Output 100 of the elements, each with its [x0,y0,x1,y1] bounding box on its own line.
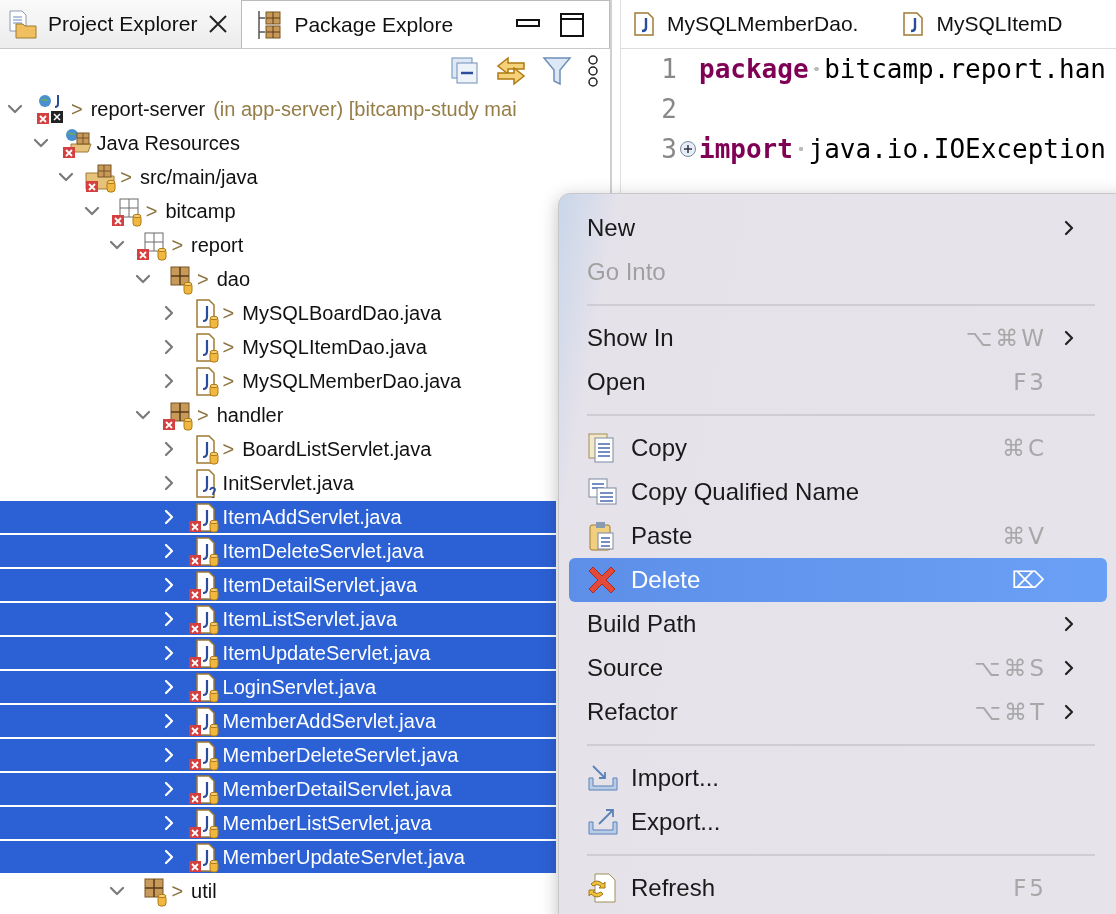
tree-item[interactable]: > BoardListServlet.java [0,433,556,465]
import-icon [587,762,619,794]
java-file-icon [633,11,655,37]
item-label: LoginServlet.java [222,675,377,699]
item-label: bitcamp [165,199,236,223]
tree-item[interactable]: ItemDetailServlet.java [0,569,556,601]
item-label: ItemDeleteServlet.java [222,539,424,563]
tree-item[interactable]: MemberDetailServlet.java [0,773,556,805]
refresh-icon [587,872,619,904]
tree-item[interactable]: ItemDeleteServlet.java [0,535,556,567]
menu-item[interactable]: Copy Qualified Name [569,470,1107,514]
menu-item[interactable]: Refactor ⌥⌘T [569,690,1107,734]
line-number: 2 [660,94,677,124]
item-label: dao [216,267,251,291]
tree-item[interactable]: LoginServlet.java [0,671,556,703]
menu-item[interactable]: Import... [569,756,1107,800]
shortcut-text: ⌦ [1011,567,1047,593]
item-label: ItemUpdateServlet.java [222,641,431,665]
item-label: Java Resources [96,131,240,155]
swap-arrows-icon[interactable] [494,55,528,87]
tree-item[interactable]: MemberListServlet.java [0,807,556,839]
tree-item[interactable]: MemberDeleteServlet.java [0,739,556,771]
shortcut-text: ⌥⌘W [965,325,1047,351]
dirty-marker: > [120,165,132,189]
maximize-icon[interactable] [559,11,585,38]
collapse-all-icon[interactable] [450,56,480,86]
code-text: bitcamp.report.han [824,54,1106,84]
view-tab[interactable]: Project Explorer [0,0,242,48]
menu-item[interactable]: New [569,206,1107,250]
item-label: BoardListServlet.java [242,437,432,461]
dirty-marker: > [171,879,184,903]
item-label: ItemAddServlet.java [222,505,402,529]
dirty-marker: > [197,267,209,291]
dirty-marker: > [171,233,184,257]
item-label: MemberAddServlet.java [222,709,437,733]
menu-item[interactable]: Copy ⌘C [569,426,1107,470]
dirty-marker: > [197,403,209,427]
folder-document-icon [6,8,38,40]
tree-item[interactable]: > bitcamp [0,195,556,227]
shortcut-text: F5 [1013,875,1047,901]
item-label: MySQLItemDao.java [242,335,427,359]
editor-tab[interactable]: MySQLMemberDao. [633,11,859,37]
tree-item[interactable]: > report [0,229,556,261]
tree-item[interactable]: ItemUpdateServlet.java [0,637,556,669]
code-keyword: import [699,134,793,164]
menu-item[interactable]: Export... [569,800,1107,844]
tree-item[interactable]: Java Resources [0,127,556,159]
item-label: ItemDetailServlet.java [222,573,418,597]
item-decoration: (in app-server) [bitcamp-study mai [213,97,517,121]
shortcut-text: ⌘V [1002,523,1047,549]
item-label: ItemListServlet.java [222,607,398,631]
tree-item[interactable]: > handler [0,399,556,431]
menu-item[interactable]: Paste ⌘V [569,514,1107,558]
copy-name-icon [587,476,619,508]
tree-item[interactable]: MemberUpdateServlet.java [0,841,556,873]
more-icon[interactable] [586,55,600,87]
code-keyword: package [699,54,809,84]
shortcut-text: F3 [1013,369,1047,395]
export-icon [587,806,619,838]
line-number: 3 [660,134,677,164]
tree-item[interactable]: > src/main/java [0,161,556,193]
item-label: util [191,879,217,903]
menu-item[interactable]: Source ⌥⌘S [569,646,1107,690]
line-number: 1 [660,54,677,84]
filter-icon[interactable] [542,55,572,87]
tree-item[interactable]: > MySQLItemDao.java [0,331,556,363]
item-label: MySQLBoardDao.java [242,301,442,325]
item-label: src/main/java [139,165,258,189]
tree-item[interactable]: InitServlet.java [0,467,556,499]
item-label: MemberUpdateServlet.java [222,845,465,869]
item-label: MemberListServlet.java [222,811,432,835]
tree-item[interactable]: > MySQLMemberDao.java [0,365,556,397]
tree-item[interactable]: > util [0,875,556,907]
code-text: java.io.IOException [808,134,1106,164]
shortcut-text: ⌥⌘T [974,699,1047,725]
item-label: MemberDeleteServlet.java [222,743,459,767]
menu-item[interactable]: Open F3 [569,360,1107,404]
dirty-marker: > [222,335,235,359]
menu-item[interactable]: Show In ⌥⌘W [569,316,1107,360]
java-file-icon [902,11,925,37]
tree-item[interactable]: > report-server (in app-server) [bitcamp-study mai [0,93,610,125]
dirty-marker: > [145,199,158,223]
tree-item[interactable]: MemberAddServlet.java [0,705,556,737]
item-label: report [191,233,244,257]
editor-tab[interactable]: MySQLItemD [902,11,1063,37]
tree-item[interactable]: ItemAddServlet.java [0,501,556,533]
tree-item[interactable]: > dao [0,263,556,295]
dirty-marker: > [71,97,83,121]
expand-fold-icon[interactable] [679,140,697,158]
item-label: handler [216,403,284,427]
item-label: MySQLMemberDao.java [242,369,462,393]
view-tab[interactable]: Package Explore [241,0,610,48]
item-label: MemberDetailServlet.java [222,777,452,801]
dirty-marker: > [222,301,235,325]
shortcut-text: ⌘C [1001,435,1047,461]
close-icon[interactable] [207,13,230,35]
tree-item[interactable]: ItemListServlet.java [0,603,556,635]
menu-item[interactable]: Build Path [569,602,1107,646]
tree-item[interactable]: > MySQLBoardDao.java [0,297,556,329]
menu-item[interactable]: Refresh F5 [569,866,1107,910]
